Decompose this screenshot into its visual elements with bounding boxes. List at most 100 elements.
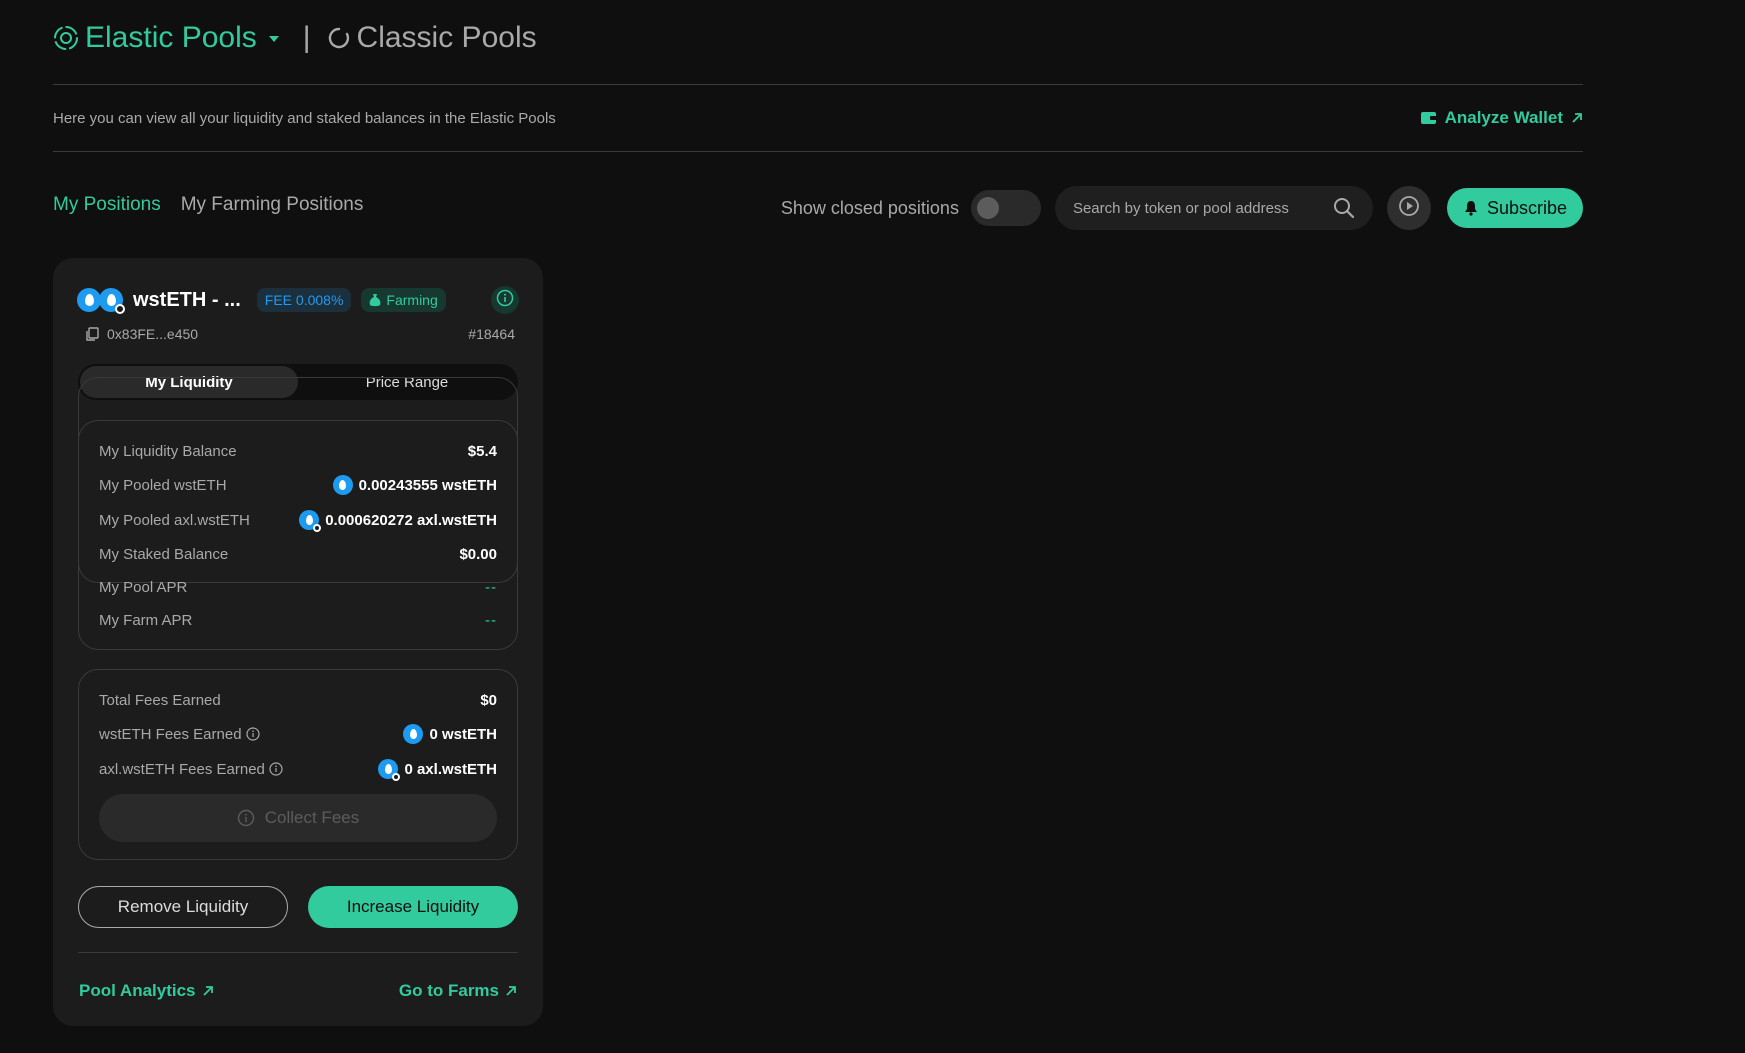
position-address-row: 0x83FE...e450 #18464 — [85, 326, 515, 342]
collect-fees-button[interactable]: Collect Fees — [99, 794, 497, 842]
card-footer-divider — [78, 952, 518, 953]
intro-divider — [53, 151, 1583, 152]
money-bag-icon — [369, 293, 381, 307]
total-fees-label: Total Fees Earned — [99, 691, 221, 709]
wsteth-token-icon — [403, 724, 424, 744]
axl-wsteth-fees-value: 0 axl.wstETH — [404, 760, 497, 778]
position-card-header: wstETH - ... FEE 0.008% Farming — [77, 286, 519, 314]
axl-wsteth-fees-row: axl.wstETH Fees Earned 0 axl.wstETH — [99, 759, 497, 781]
pooled-wsteth-value-wrap: 0.00243555 wstETH — [332, 475, 497, 495]
wallet-icon — [1420, 111, 1437, 125]
pool-apr-value: -- — [485, 578, 497, 596]
show-closed-label: Show closed positions — [780, 197, 959, 218]
external-arrow-icon — [1571, 112, 1583, 124]
search-box — [1054, 186, 1373, 230]
wsteth-fees-label-wrap: wstETH Fees Earned — [99, 726, 260, 743]
pool-analytics-label: Pool Analytics — [79, 981, 196, 1000]
subscribe-button[interactable]: Subscribe — [1446, 188, 1583, 228]
farming-label: Farming — [386, 292, 438, 308]
farm-apr-row: My Farm APR -- — [99, 610, 497, 630]
info-icon[interactable] — [245, 727, 260, 741]
pooled-wsteth-value: 0.00243555 wstETH — [358, 476, 497, 494]
increase-liquidity-button[interactable]: Increase Liquidity — [308, 886, 518, 928]
page-description: Here you can view all your liquidity and… — [53, 110, 556, 127]
total-fees-row: Total Fees Earned $0 — [99, 690, 497, 710]
axl-wsteth-token-icon — [299, 510, 322, 532]
wsteth-token-icon — [332, 475, 353, 495]
tab-my-positions[interactable]: My Positions — [53, 194, 161, 216]
pooled-axl-wsteth-value-wrap: 0.000620272 axl.wstETH — [299, 510, 497, 532]
tutorial-button[interactable] — [1386, 186, 1431, 230]
fee-badge: FEE 0.008% — [256, 288, 352, 312]
axl-wsteth-fees-value-wrap: 0 axl.wstETH — [378, 759, 497, 781]
analyze-wallet-label: Analyze Wallet — [1444, 108, 1563, 127]
pooled-wsteth-row: My Pooled wstETH 0.00243555 wstETH — [99, 475, 497, 495]
staked-balance-label: My Staked Balance — [99, 545, 229, 563]
go-to-farms-label: Go to Farms — [398, 981, 499, 1000]
wsteth-fees-label: wstETH Fees Earned — [99, 725, 242, 743]
pool-apr-row: My Pool APR -- — [99, 577, 497, 597]
wsteth-token-icon — [77, 288, 101, 312]
info-icon — [496, 289, 514, 312]
show-closed-toggle[interactable] — [970, 190, 1041, 226]
axl-wsteth-fees-label: axl.wstETH Fees Earned — [99, 760, 265, 778]
pooled-axl-wsteth-value: 0.000620272 axl.wstETH — [325, 511, 497, 529]
token-pair-logos — [77, 288, 125, 314]
liquidity-balance-label: My Liquidity Balance — [99, 442, 237, 460]
header-divider — [53, 84, 1583, 85]
farm-apr-value: -- — [485, 611, 497, 629]
play-icon — [1398, 195, 1420, 222]
elastic-icon — [53, 25, 79, 51]
search-icon[interactable] — [1333, 197, 1355, 219]
info-icon — [237, 809, 255, 827]
positions-controls: Show closed positions Subscribe — [781, 186, 1583, 230]
staked-balance-value: $0.00 — [459, 545, 497, 563]
pooled-axl-wsteth-label: My Pooled axl.wstETH — [99, 511, 250, 529]
header-separator: | — [302, 21, 311, 54]
axl-wsteth-token-icon — [378, 759, 401, 781]
total-fees-value: $0 — [480, 691, 497, 709]
pooled-wsteth-label: My Pooled wstETH — [99, 476, 227, 494]
pooled-axl-wsteth-row: My Pooled axl.wstETH 0.000620272 axl.wst… — [99, 510, 497, 532]
wsteth-fees-value-wrap: 0 wstETH — [403, 724, 497, 744]
liquidity-balance-value: $5.4 — [467, 442, 497, 460]
axl-wsteth-token-icon — [99, 288, 125, 314]
farm-apr-label: My Farm APR — [99, 611, 193, 629]
subscribe-label: Subscribe — [1486, 197, 1567, 218]
external-arrow-icon — [202, 985, 214, 997]
toggle-knob — [976, 197, 999, 219]
wsteth-fees-value: 0 wstETH — [429, 725, 497, 743]
pool-analytics-link[interactable]: Pool Analytics — [79, 981, 214, 1001]
elastic-pools-label: Elastic Pools — [85, 21, 257, 54]
pool-switcher: Elastic Pools | Classic Pools — [53, 18, 537, 58]
wsteth-fees-row: wstETH Fees Earned 0 wstETH — [99, 724, 497, 744]
analyze-wallet-link[interactable]: Analyze Wallet — [1420, 108, 1583, 128]
collect-fees-label: Collect Fees — [264, 808, 360, 827]
pool-address: 0x83FE...e450 — [107, 326, 199, 342]
fees-panel: Total Fees Earned $0 wstETH Fees Earned … — [78, 669, 518, 860]
copy-icon[interactable] — [85, 327, 99, 341]
liquidity-balance-row: My Liquidity Balance $5.4 — [99, 441, 497, 461]
pair-name: wstETH - ... — [133, 288, 241, 311]
search-input[interactable] — [1072, 199, 1333, 217]
staked-balance-row: My Staked Balance $0.00 — [99, 544, 497, 564]
remove-liquidity-button[interactable]: Remove Liquidity — [78, 886, 288, 928]
classic-icon — [327, 26, 351, 50]
classic-pools-link[interactable]: Classic Pools — [327, 21, 537, 55]
card-footer-links: Pool Analytics Go to Farms — [79, 981, 517, 1001]
position-id: #18464 — [468, 326, 515, 342]
liquidity-actions: Remove Liquidity Increase Liquidity — [78, 886, 518, 928]
go-to-farms-link[interactable]: Go to Farms — [399, 981, 517, 1001]
bell-icon — [1463, 200, 1479, 216]
elastic-pools-dropdown[interactable]: Elastic Pools — [53, 21, 279, 55]
liquidity-panel-box: My Liquidity Balance $5.4 My Pooled wstE… — [78, 420, 518, 650]
position-info-button[interactable] — [491, 286, 519, 314]
external-arrow-icon — [505, 985, 517, 997]
info-icon[interactable] — [269, 762, 283, 776]
farming-badge: Farming — [361, 288, 446, 312]
tab-my-farming-positions[interactable]: My Farming Positions — [181, 194, 364, 216]
chevron-down-icon — [268, 36, 279, 42]
classic-pools-label: Classic Pools — [356, 21, 537, 54]
positions-tabs: My Positions My Farming Positions — [53, 194, 363, 216]
axl-wsteth-fees-label-wrap: axl.wstETH Fees Earned — [99, 761, 283, 778]
